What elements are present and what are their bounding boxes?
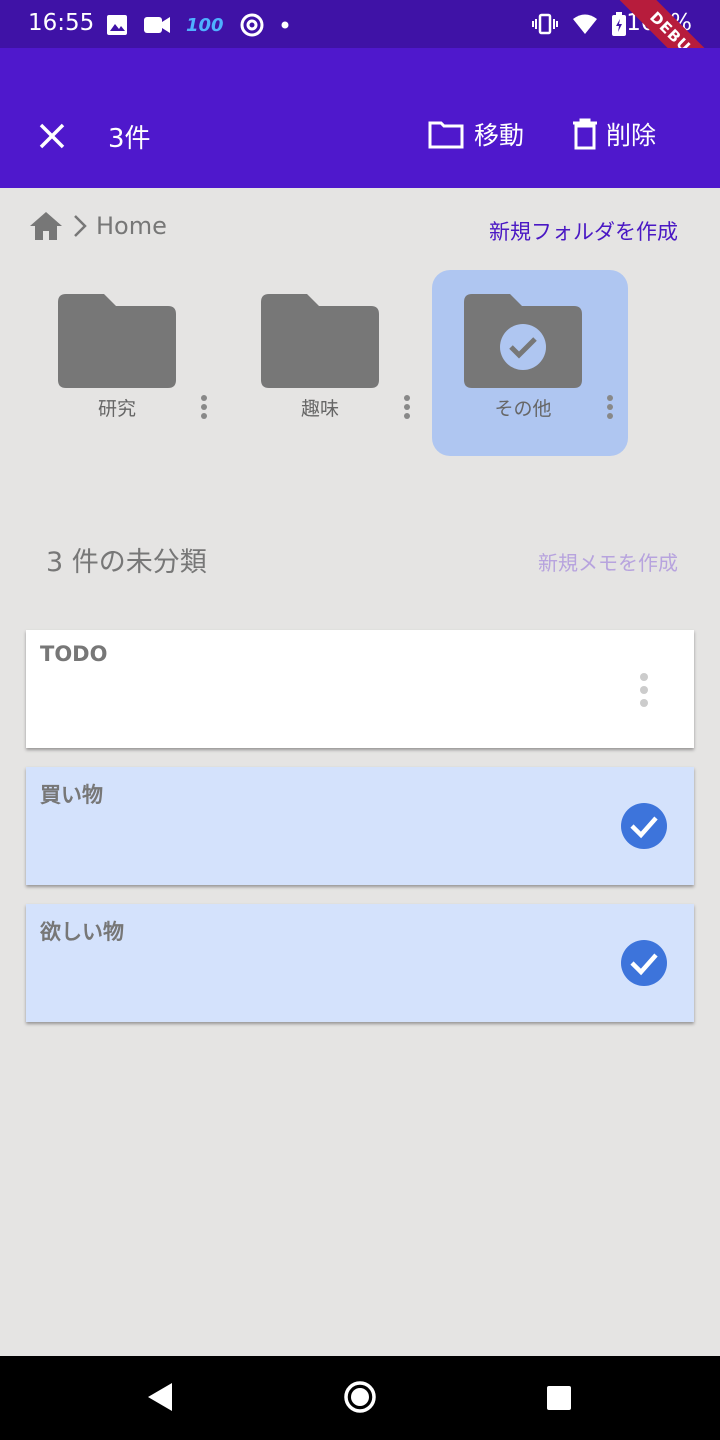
folder-check-icon — [464, 294, 582, 388]
move-label: 移動 — [474, 121, 525, 150]
at-circle-icon — [240, 13, 264, 37]
memo-title: 買い物 — [40, 783, 103, 807]
uncategorized-title: 3 件の未分類 — [46, 547, 207, 578]
folder-icon — [58, 294, 176, 388]
memo-card[interactable]: TODO — [26, 630, 694, 748]
vibrate-icon — [532, 13, 558, 35]
more-vert-icon[interactable] — [640, 672, 648, 708]
memo-card-selected[interactable]: 欲しい物 — [26, 904, 694, 1022]
dot-icon — [281, 21, 289, 29]
folder-item-selected[interactable]: その他 — [432, 270, 628, 456]
folder-item[interactable]: 研究 — [32, 270, 228, 456]
new-folder-button[interactable]: 新規フォルダを作成 — [489, 216, 678, 246]
wifi-icon — [573, 14, 597, 34]
chevron-right-icon — [74, 215, 87, 237]
home-button-icon[interactable] — [343, 1380, 377, 1414]
delete-label: 削除 — [606, 121, 657, 150]
selection-count: 3件 — [108, 124, 151, 154]
selection-app-bar: 3件 移動 削除 — [0, 48, 720, 188]
trash-icon — [573, 118, 597, 150]
status-bar: 16:55 100 100% — [0, 0, 720, 48]
folder-name: その他 — [494, 398, 552, 420]
folder-icon — [261, 294, 379, 388]
more-vert-icon[interactable] — [200, 394, 208, 420]
breadcrumb-current[interactable]: Home — [96, 212, 167, 240]
more-vert-icon[interactable] — [606, 394, 614, 420]
folder-name: 趣味 — [300, 398, 339, 420]
memo-title: 欲しい物 — [40, 920, 124, 944]
status-time: 16:55 — [28, 10, 95, 36]
system-nav-bar — [0, 1356, 720, 1440]
check-circle-icon — [621, 803, 667, 849]
home-icon[interactable] — [28, 210, 64, 242]
folder-name: 研究 — [97, 398, 136, 420]
move-button[interactable]: 移動 — [428, 116, 524, 152]
back-icon[interactable] — [146, 1381, 174, 1413]
new-memo-button[interactable]: 新規メモを作成 — [538, 547, 678, 576]
video-icon — [144, 17, 170, 33]
check-circle-icon — [621, 940, 667, 986]
indicator-text: 100 — [186, 14, 224, 36]
close-icon[interactable] — [36, 120, 68, 152]
notification-icons: 100 — [106, 12, 290, 38]
delete-button[interactable]: 削除 — [572, 116, 656, 152]
battery-icon — [612, 12, 626, 36]
memo-title: TODO — [40, 642, 108, 666]
image-icon — [107, 15, 127, 35]
recents-icon[interactable] — [546, 1385, 572, 1411]
more-vert-icon[interactable] — [403, 394, 411, 420]
folder-item[interactable]: 趣味 — [235, 270, 431, 456]
folder-outline-icon — [428, 121, 464, 149]
memo-card-selected[interactable]: 買い物 — [26, 767, 694, 885]
system-icons — [532, 12, 626, 36]
breadcrumb: Home — [28, 210, 167, 242]
